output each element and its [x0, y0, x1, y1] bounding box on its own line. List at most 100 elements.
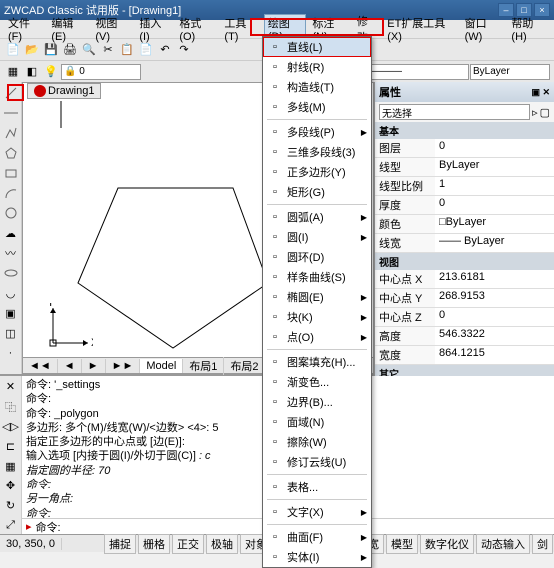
polygon-icon[interactable]	[2, 144, 20, 162]
menu-5[interactable]: 工具(T)	[220, 14, 261, 44]
prop-row[interactable]: 图层0	[375, 139, 554, 158]
linetype-dropdown[interactable]: ———	[369, 64, 469, 80]
menu-item-line[interactable]: ▫直线(L)	[263, 37, 371, 57]
layer-icon[interactable]: ▦	[4, 63, 22, 81]
xline-icon[interactable]	[2, 104, 20, 122]
menu-item-spline[interactable]: ▫样条曲线(S)	[263, 267, 371, 287]
tab-nav-prev[interactable]: ◄	[58, 359, 82, 373]
status-toggle[interactable]: 剑	[532, 534, 553, 554]
status-toggle[interactable]: 捕捉	[104, 534, 136, 554]
selection-dropdown[interactable]: 无选择	[379, 104, 530, 120]
menu-item-hatch[interactable]: ▫图案填充(H)...	[263, 352, 371, 372]
prop-row[interactable]: 宽度864.1215	[375, 346, 554, 365]
menu-item-donut[interactable]: ▫圆环(D)	[263, 247, 371, 267]
status-toggle[interactable]: 正交	[172, 534, 204, 554]
prop-row[interactable]: 线宽—— ByLayer	[375, 234, 554, 253]
qselect-icon[interactable]: ▢	[540, 106, 550, 119]
menu-item-rect[interactable]: ▫矩形(G)	[263, 182, 371, 202]
point-icon[interactable]: ·	[2, 344, 20, 362]
ellipse-icon[interactable]	[2, 264, 20, 282]
preview-icon[interactable]: 🔍	[80, 41, 98, 59]
rect-icon[interactable]	[2, 164, 20, 182]
undo-icon[interactable]: ↶	[156, 41, 174, 59]
menu-item-3dpoly[interactable]: ▫三维多段线(3)	[263, 142, 371, 162]
menu-0[interactable]: 文件(F)	[4, 14, 45, 44]
prop-row[interactable]: 颜色□ByLayer	[375, 215, 554, 234]
menu-10[interactable]: 窗口(W)	[461, 14, 506, 44]
layer-dropdown[interactable]: 🔒 0	[61, 64, 141, 80]
menu-9[interactable]: ET扩展工具(X)	[383, 14, 458, 44]
status-toggle[interactable]: 极轴	[206, 534, 238, 554]
menu-2[interactable]: 视图(V)	[91, 14, 133, 44]
menu-item-table[interactable]: ▫表格...	[263, 477, 371, 497]
menu-item-text[interactable]: ▫文字(X)▶	[263, 502, 371, 522]
tab-model[interactable]: Model	[140, 359, 183, 373]
tab-nav-next[interactable]: ►	[82, 359, 106, 373]
menu-item-ellipse[interactable]: ▫椭圆(E)▶	[263, 287, 371, 307]
prop-row[interactable]: 高度546.3322	[375, 327, 554, 346]
tab-nav-first[interactable]: ◄◄	[23, 359, 58, 373]
menu-item-grad[interactable]: ▫渐变色...	[263, 372, 371, 392]
menu-item-circle[interactable]: ▫圆(I)▶	[263, 227, 371, 247]
menu-11[interactable]: 帮助(H)	[507, 14, 550, 44]
menu-4[interactable]: 格式(O)	[175, 14, 218, 44]
menu-item-surf[interactable]: ▫曲面(F)▶	[263, 527, 371, 547]
copy-obj-icon[interactable]: ⿻	[2, 398, 20, 416]
menu-item-block[interactable]: ▫块(K)▶	[263, 307, 371, 327]
mirror-icon[interactable]: ◁▷	[2, 418, 20, 436]
arc-icon[interactable]	[2, 184, 20, 202]
bylayer-dropdown[interactable]: ByLayer	[470, 64, 550, 80]
circle-icon[interactable]	[2, 204, 20, 222]
menu-item-solid[interactable]: ▫实体(I)▶	[263, 547, 371, 567]
menu-item-region[interactable]: ▫面域(N)	[263, 412, 371, 432]
scale-icon[interactable]: ⤢	[2, 516, 20, 534]
prop-row[interactable]: 线型ByLayer	[375, 158, 554, 177]
menu-item-revcloud[interactable]: ▫修订云线(U)	[263, 452, 371, 472]
tab-layout1[interactable]: 布局1	[183, 357, 224, 375]
status-toggle[interactable]: 栅格	[138, 534, 170, 554]
move-icon[interactable]: ✥	[2, 477, 20, 495]
revcloud-icon[interactable]: ☁	[2, 224, 20, 242]
menu-item-ray[interactable]: ▫射线(R)	[263, 57, 371, 77]
copy-icon[interactable]: 📋	[118, 41, 136, 59]
menu-item-wipe[interactable]: ▫擦除(W)	[263, 432, 371, 452]
line-icon[interactable]	[2, 84, 20, 102]
status-toggle[interactable]: 模型	[386, 534, 418, 554]
pick-icon[interactable]: ▹	[532, 106, 538, 119]
tab-layout2[interactable]: 布局2	[224, 357, 265, 375]
print-icon[interactable]: 🖨	[61, 41, 79, 59]
menu-item-bound[interactable]: ▫边界(B)...	[263, 392, 371, 412]
insert-block-icon[interactable]: ▣	[2, 304, 20, 322]
redo-icon[interactable]: ↷	[175, 41, 193, 59]
status-toggle[interactable]: 数字化仪	[420, 534, 474, 554]
ellipse-arc-icon[interactable]: ◡	[2, 284, 20, 302]
prop-row[interactable]: 线型比例1	[375, 177, 554, 196]
pline-icon[interactable]	[2, 124, 20, 142]
open-icon[interactable]: 📂	[23, 41, 41, 59]
rotate-icon[interactable]: ↻	[2, 497, 20, 515]
spline-icon[interactable]: 〰	[2, 244, 20, 262]
prop-row[interactable]: 厚度0	[375, 196, 554, 215]
tab-nav-last[interactable]: ►►	[106, 359, 141, 373]
menu-item-pline[interactable]: ▫多段线(P)▶	[263, 122, 371, 142]
status-toggle[interactable]: 动态输入	[476, 534, 530, 554]
erase-icon[interactable]: ✕	[2, 378, 20, 396]
menu-1[interactable]: 编辑(E)	[47, 14, 89, 44]
array-icon[interactable]: ▦	[2, 457, 20, 475]
layer-prev-icon[interactable]: ◧	[23, 63, 41, 81]
panel-close-icon[interactable]: ▣ ✕	[531, 87, 550, 98]
new-icon[interactable]: 📄	[4, 41, 22, 59]
menu-item-point[interactable]: ▫点(O)▶	[263, 327, 371, 347]
menu-item-polygon[interactable]: ▫正多边形(Y)	[263, 162, 371, 182]
make-block-icon[interactable]: ◫	[2, 324, 20, 342]
menu-item-mline[interactable]: ▫多线(M)	[263, 97, 371, 117]
menu-item-arc[interactable]: ▫圆弧(A)▶	[263, 207, 371, 227]
menu-item-xline[interactable]: ▫构造线(T)	[263, 77, 371, 97]
prop-row[interactable]: 中心点 Y268.9153	[375, 289, 554, 308]
prop-row[interactable]: 中心点 X213.6181	[375, 270, 554, 289]
paste-icon[interactable]: 📄	[137, 41, 155, 59]
prop-row[interactable]: 中心点 Z0	[375, 308, 554, 327]
layer-state-icon[interactable]: 💡	[42, 63, 60, 81]
cut-icon[interactable]: ✂	[99, 41, 117, 59]
save-icon[interactable]: 💾	[42, 41, 60, 59]
